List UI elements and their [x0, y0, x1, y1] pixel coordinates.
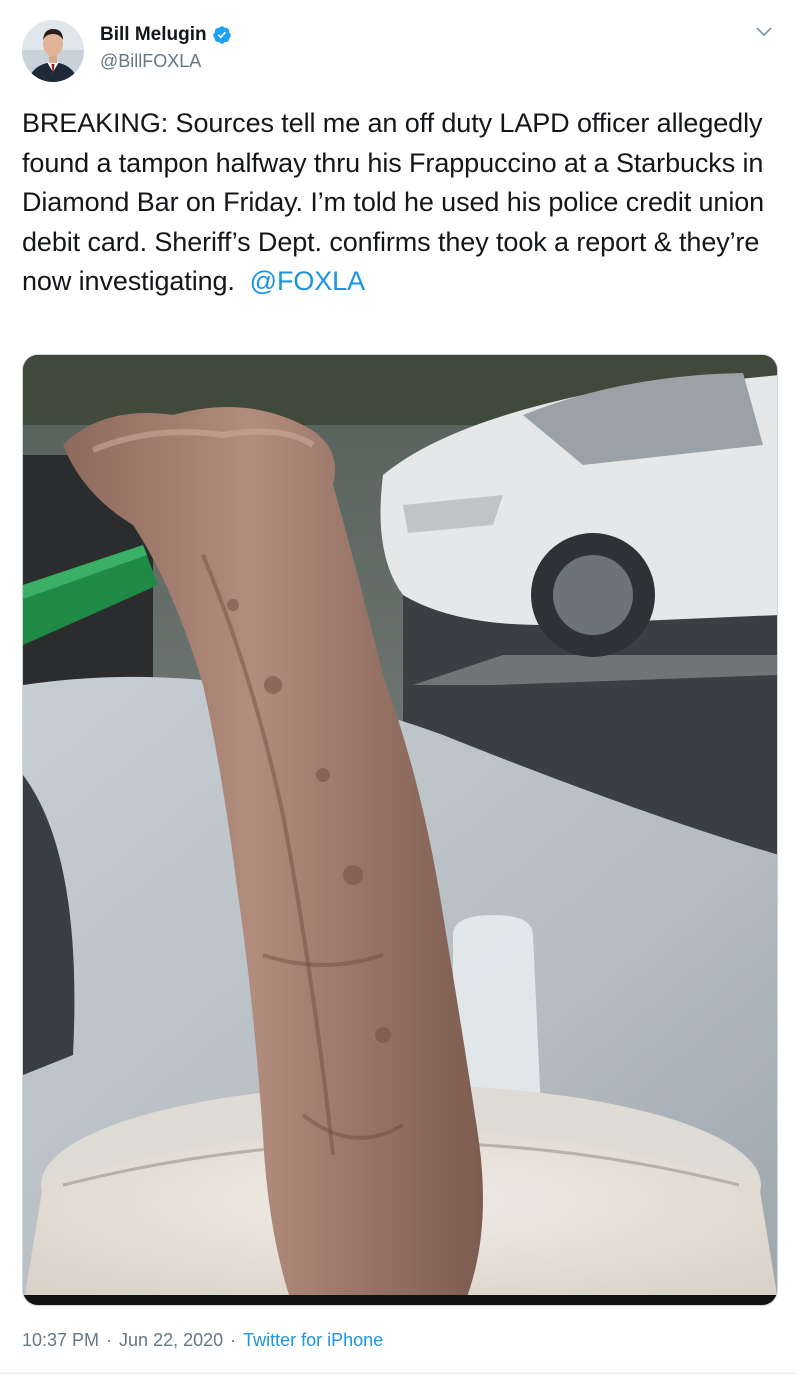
photo-tampon-in-frappuccino-cup-icon: [23, 355, 777, 1305]
profile-photo-icon: [22, 20, 84, 82]
verified-badge-icon: [212, 25, 232, 45]
separator: ·: [106, 1330, 113, 1350]
author-name-row: Bill Melugin: [100, 24, 232, 46]
tweet-source-link[interactable]: Twitter for iPhone: [243, 1330, 383, 1351]
author-name[interactable]: Bill Melugin: [100, 24, 207, 46]
avatar[interactable]: [22, 20, 84, 82]
tweet-body: BREAKING: Sources tell me an off duty LA…: [22, 108, 772, 297]
tweet-time[interactable]: 10:37 PM: [22, 1330, 99, 1351]
tweet-meta: 10:37 PM · Jun 22, 2020 · Twitter for iP…: [22, 1330, 383, 1351]
mention-link[interactable]: @FOXLA: [250, 266, 365, 296]
tweet-media-photo[interactable]: [22, 354, 778, 1306]
author-handle[interactable]: @BillFOXLA: [100, 51, 201, 72]
more-options-button[interactable]: [752, 20, 776, 44]
tweet-text: BREAKING: Sources tell me an off duty LA…: [22, 104, 782, 302]
chevron-down-icon: [756, 27, 772, 36]
separator: ·: [230, 1330, 237, 1350]
tweet-card: Bill Melugin @BillFOXLA BREAKING: Source…: [0, 0, 796, 1374]
tweet-date[interactable]: Jun 22, 2020: [119, 1330, 223, 1351]
